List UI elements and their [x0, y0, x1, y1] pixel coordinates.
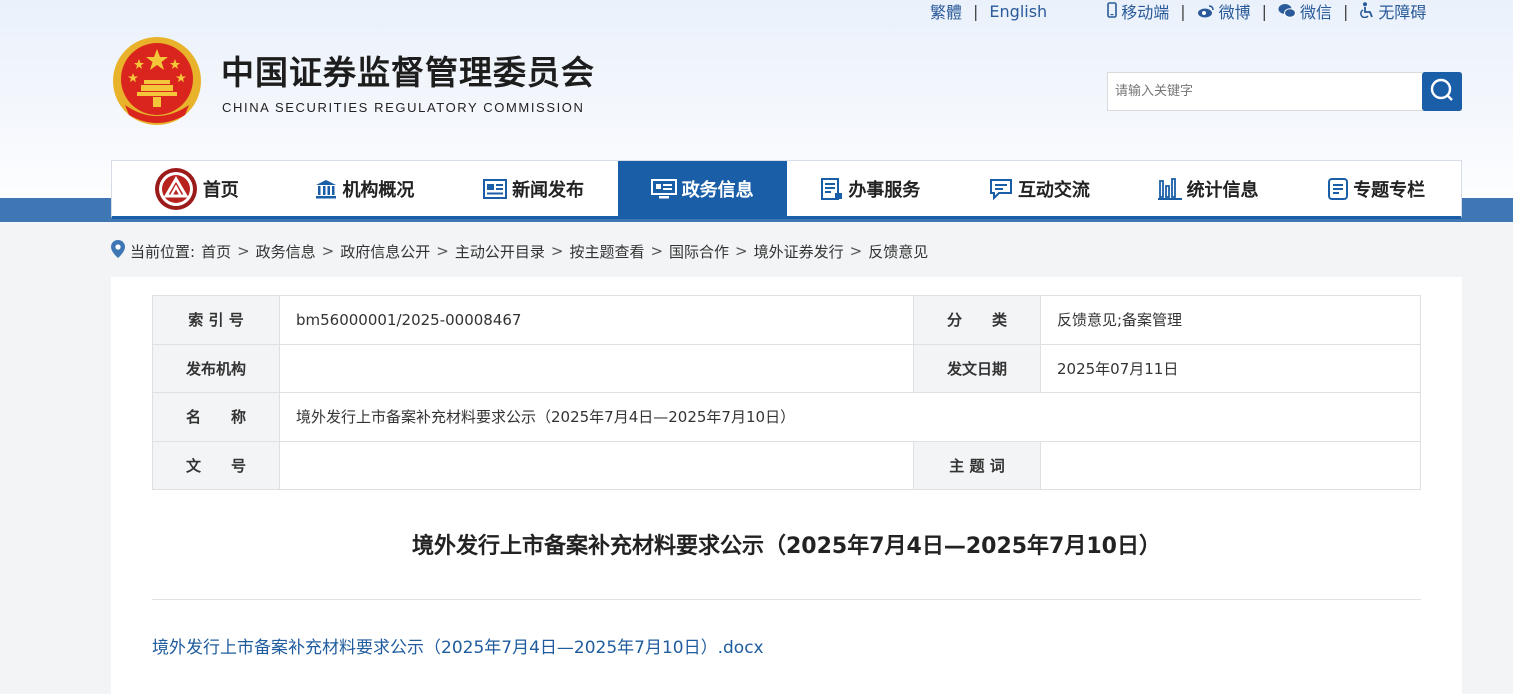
weibo-label: 微博: [1218, 3, 1251, 22]
nav-item-home[interactable]: 首页: [112, 161, 281, 216]
chevron-right-icon: >: [550, 242, 564, 260]
table-row: 名 称 境外发行上市备案补充材料要求公示（2025年7月4日—2025年7月10…: [152, 392, 1421, 442]
accessibility-icon: [1359, 2, 1374, 22]
document-title: 境外发行上市备案补充材料要求公示（2025年7月4日—2025年7月10日）: [411, 534, 1161, 559]
category-value: 反馈意见;备案管理: [1040, 295, 1421, 345]
english-link[interactable]: English: [989, 2, 1047, 21]
accessibility-link[interactable]: 无障碍: [1359, 0, 1426, 23]
index-label: 索 引 号: [152, 295, 280, 345]
divider: [152, 599, 1421, 600]
publisher-value: [279, 343, 914, 393]
search-button[interactable]: [1422, 72, 1462, 111]
name-label: 名 称: [152, 392, 280, 442]
site-subtitle: CHINA SECURITIES REGULATORY COMMISSION: [222, 100, 585, 115]
nav-label: 专题专栏: [1353, 179, 1426, 201]
search-input[interactable]: [1108, 73, 1422, 110]
mobile-label: 移动端: [1121, 3, 1170, 22]
breadcrumb-item[interactable]: 境外证券发行: [754, 241, 844, 262]
chevron-right-icon: >: [321, 242, 335, 260]
date-value: 2025年07月11日: [1040, 343, 1421, 393]
weibo-icon: [1197, 3, 1215, 22]
chevron-right-icon: >: [237, 242, 250, 260]
document-metadata-table: 索 引 号 bm56000001/2025-00008467 分 类 反馈意见;…: [152, 295, 1421, 490]
attachment-link[interactable]: 境外发行上市备案补充材料要求公示（2025年7月4日—2025年7月10日）.d…: [152, 633, 764, 658]
separator: |: [1261, 1, 1267, 21]
wechat-icon: [1278, 3, 1296, 22]
main-nav: 首页 机构概况 新闻发布 政务信息 办事服务 互动交流 统计信息 专题专栏: [111, 160, 1462, 219]
nav-item-services[interactable]: 办事服务: [787, 161, 956, 216]
monitor-icon: [650, 178, 677, 199]
nav-item-interaction[interactable]: 互动交流: [955, 161, 1124, 216]
search-box: [1107, 72, 1462, 111]
top-links: 繁體 | English 移动端 | 微博 | 微信 | 无障碍: [930, 0, 1426, 23]
name-value: 境外发行上市备案补充材料要求公示（2025年7月4日—2025年7月10日）: [279, 392, 1421, 442]
breadcrumb-item[interactable]: 首页: [201, 241, 231, 262]
subject-label: 主 题 词: [913, 440, 1041, 490]
wechat-label: 微信: [1300, 3, 1333, 22]
docno-label: 文 号: [152, 440, 280, 490]
wechat-link[interactable]: 微信: [1278, 0, 1332, 23]
chat-icon: [989, 178, 1013, 200]
traditional-chinese-link[interactable]: 繁體: [930, 0, 962, 23]
nav-label: 办事服务: [848, 179, 921, 201]
separator: |: [1343, 1, 1349, 21]
breadcrumb-item[interactable]: 政府信息公开: [340, 241, 430, 262]
breadcrumb-item[interactable]: 按主题查看: [569, 241, 644, 262]
bar-chart-icon: [1157, 177, 1182, 200]
mobile-link[interactable]: 移动端: [1107, 0, 1169, 23]
category-label: 分 类: [913, 295, 1041, 345]
nav-label: 互动交流: [1017, 179, 1090, 201]
weibo-link[interactable]: 微博: [1197, 0, 1251, 23]
search-icon: [1429, 77, 1455, 107]
nav-label: 首页: [202, 179, 239, 201]
index-value: bm56000001/2025-00008467: [279, 295, 914, 345]
breadcrumb-prefix: 当前位置:: [130, 242, 196, 261]
breadcrumb-item[interactable]: 反馈意见: [868, 241, 928, 262]
mobile-icon: [1107, 2, 1117, 22]
nav-item-about[interactable]: 机构概况: [281, 161, 450, 216]
document-icon: [821, 177, 843, 200]
table-row: 发布机构 发文日期 2025年07月11日: [152, 343, 1421, 393]
docno-value: [279, 440, 914, 490]
chevron-right-icon: >: [650, 242, 664, 260]
national-emblem-icon: [111, 35, 203, 127]
nav-item-government-info[interactable]: 政务信息: [617, 161, 787, 216]
emblem-icon: [154, 167, 198, 211]
nav-item-statistics[interactable]: 统计信息: [1124, 161, 1293, 216]
separator: |: [973, 1, 979, 21]
table-row: 索 引 号 bm56000001/2025-00008467 分 类 反馈意见;…: [152, 295, 1421, 345]
table-row: 文 号 主 题 词: [152, 440, 1421, 490]
separator: |: [1180, 1, 1186, 21]
breadcrumb-item[interactable]: 国际合作: [669, 241, 729, 262]
list-icon: [1328, 177, 1349, 200]
chevron-right-icon: >: [735, 242, 748, 260]
location-pin-icon: [111, 240, 125, 262]
nav-label: 新闻发布: [512, 179, 585, 201]
nav-item-news[interactable]: 新闻发布: [449, 161, 618, 216]
nav-item-special-topics[interactable]: 专题专栏: [1292, 161, 1461, 216]
breadcrumb: 当前位置: 首页 > 政务信息 > 政府信息公开 > 主动公开目录 > 按主题查…: [111, 240, 928, 262]
newspaper-icon: [483, 178, 508, 199]
nav-label: 机构概况: [342, 179, 415, 201]
breadcrumb-item[interactable]: 主动公开目录: [455, 241, 545, 262]
date-label: 发文日期: [913, 343, 1041, 393]
chevron-right-icon: >: [436, 242, 449, 260]
nav-label: 政务信息: [681, 179, 754, 201]
building-icon: [315, 179, 337, 199]
chevron-right-icon: >: [849, 242, 863, 260]
breadcrumb-item[interactable]: 政务信息: [256, 241, 316, 262]
site-title: 中国证券监督管理委员会: [221, 53, 595, 92]
subject-value: [1040, 440, 1421, 490]
nav-label: 统计信息: [1186, 179, 1259, 201]
publisher-label: 发布机构: [152, 343, 280, 393]
accessibility-label: 无障碍: [1378, 3, 1427, 22]
